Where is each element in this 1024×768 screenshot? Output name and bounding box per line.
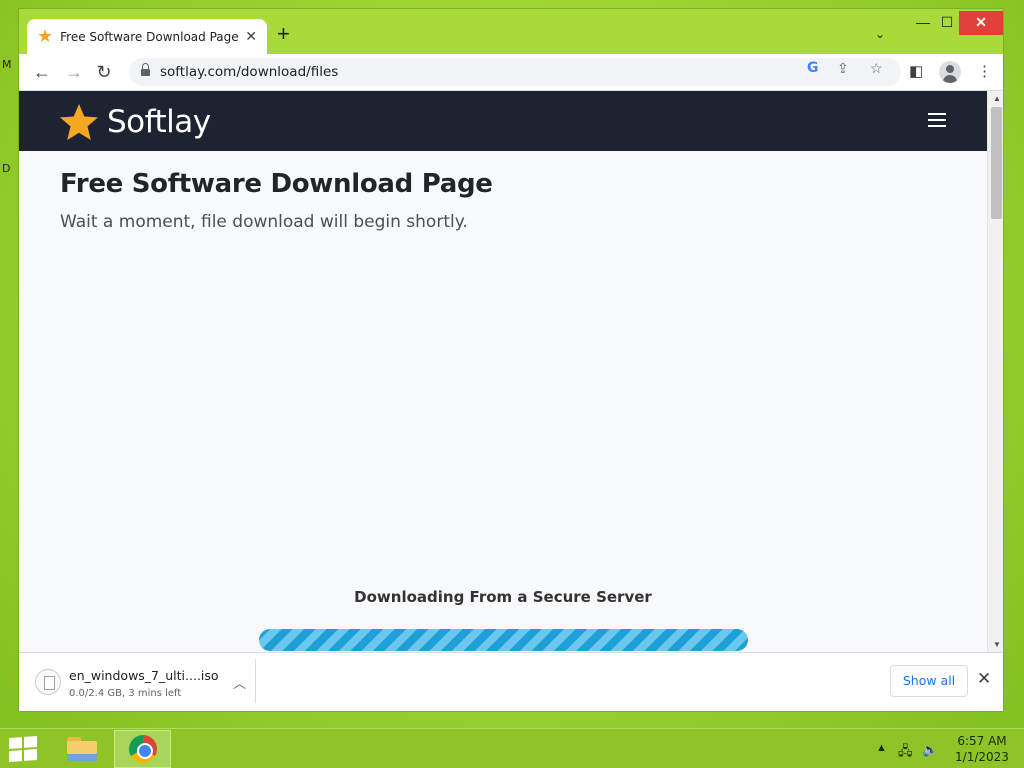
forward-arrow-icon[interactable]: → [63,62,85,82]
bookmark-star-icon[interactable]: ☆ [870,60,883,77]
back-arrow-icon[interactable]: ← [31,62,53,82]
share-icon[interactable]: ⇪ [837,60,849,77]
tab-title: Free Software Download Page - S [60,30,240,44]
new-tab-plus-icon[interactable]: + [277,23,290,45]
desktop-icon-label-fragment: D [2,162,11,175]
desktop-icon-label-fragment: M [2,58,12,71]
taskbar: ▲ 🖧 🔈 6:57 AM 1/1/2023 [0,728,1024,768]
taskbar-file-explorer[interactable] [53,730,110,768]
site-logo[interactable]: Softlay [59,103,211,141]
download-progress-bar [259,629,748,651]
show-hidden-icons-arrow-icon[interactable]: ▲ [876,742,887,754]
tab-strip: ★ Free Software Download Page - S ✕ + ⌄ … [19,9,1003,55]
taskbar-chrome[interactable] [114,730,171,768]
volume-icon[interactable]: 🔈 [922,742,938,758]
file-icon [35,669,61,695]
show-all-button[interactable]: Show all [890,665,968,697]
shelf-divider [255,659,256,703]
download-item[interactable]: en_windows_7_ulti....iso 0.0/2.4 GB, 3 m… [29,663,255,703]
browser-tab-active[interactable]: ★ Free Software Download Page - S ✕ [27,19,267,55]
reload-icon[interactable]: ↻ [93,62,115,82]
site-favicon-star-icon: ★ [37,26,54,47]
clock-time: 6:57 AM [957,734,1007,748]
profile-avatar-icon[interactable] [939,61,961,83]
system-clock[interactable]: 6:57 AM 1/1/2023 [952,733,1012,765]
network-icon[interactable]: 🖧 [898,742,913,764]
star-logo-icon [60,104,98,140]
download-status: 0.0/2.4 GB, 3 mins left [69,688,182,699]
progress-fill [259,629,748,651]
chrome-icon [128,735,157,763]
clock-date: 1/1/2023 [955,750,1009,764]
scroll-thumb[interactable] [991,107,1002,219]
window-close-icon[interactable]: ✕ [959,11,1003,35]
address-bar[interactable]: softlay.com/download/files [129,58,901,86]
hamburger-menu-icon[interactable] [928,113,946,127]
site-brand-name: Softlay [107,104,211,140]
scroll-up-arrow-icon[interactable]: ▲ [993,94,1001,103]
download-caption: Downloading From a Secure Server [354,588,652,606]
page-viewport: Softlay Free Software Download Page Wait… [19,91,987,652]
google-lens-icon[interactable]: G [807,60,819,76]
address-url[interactable]: softlay.com/download/files [160,64,338,80]
scroll-down-arrow-icon[interactable]: ▼ [993,640,1001,649]
page-scrollbar[interactable]: ▲ ▼ [987,91,1003,652]
page-subtitle: Wait a moment, file download will begin … [60,212,468,232]
windows-start-icon[interactable] [9,736,37,762]
folder-icon [66,737,97,761]
page-title: Free Software Download Page [60,169,493,199]
tab-search-chevron-icon[interactable]: ⌄ [875,27,885,41]
close-shelf-icon[interactable]: ✕ [977,669,991,689]
chevron-up-icon[interactable]: ︿ [233,673,246,692]
browser-window: ★ Free Software Download Page - S ✕ + ⌄ … [18,8,1004,712]
lock-icon[interactable] [141,62,150,78]
tab-close-icon[interactable]: ✕ [245,29,257,45]
site-header: Softlay [19,91,987,151]
more-menu-icon[interactable]: ⋮ [977,62,992,80]
browser-toolbar: ← → ↻ softlay.com/download/files G ⇪ ☆ ◧… [19,54,1003,91]
download-shelf: en_windows_7_ulti....iso 0.0/2.4 GB, 3 m… [19,652,1003,711]
side-panel-icon[interactable]: ◧ [909,62,923,80]
download-file-name[interactable]: en_windows_7_ulti....iso [69,668,219,683]
